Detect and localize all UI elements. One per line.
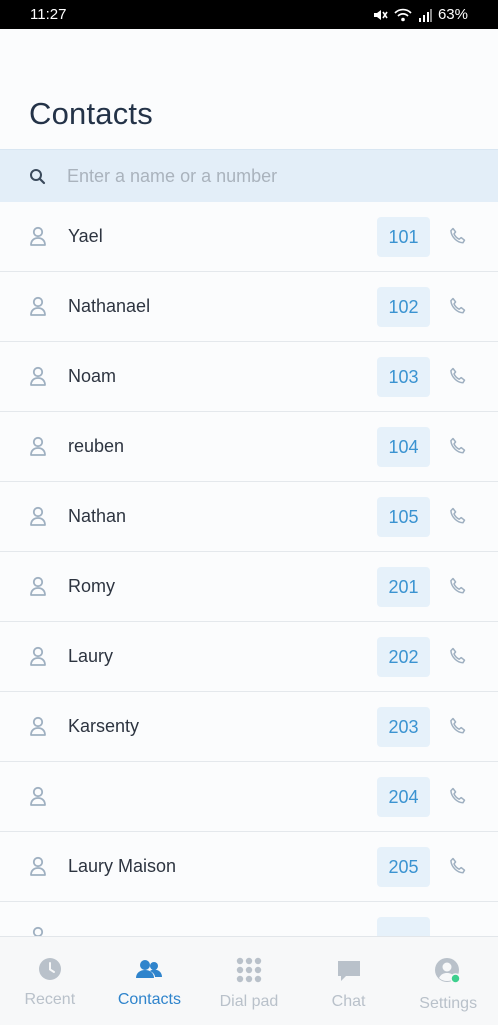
contact-row[interactable]: Romy 201	[0, 552, 498, 622]
person-icon	[29, 506, 47, 531]
phone-call-icon[interactable]	[449, 577, 467, 600]
search-icon	[30, 168, 46, 184]
mute-icon	[373, 9, 388, 20]
tab-settings-label: Settings	[419, 995, 478, 1012]
tab-recent[interactable]: Recent	[0, 937, 100, 1025]
extension-badge[interactable]: 103	[377, 357, 430, 397]
extension-badge[interactable]: 201	[377, 567, 430, 607]
signal-icon	[418, 8, 432, 22]
wifi-icon	[394, 8, 412, 21]
person-icon	[29, 856, 47, 881]
page-title: Contacts	[29, 96, 153, 131]
person-icon	[29, 576, 47, 601]
person-icon	[29, 226, 47, 251]
person-icon	[29, 786, 47, 811]
phone-call-icon[interactable]	[449, 717, 467, 740]
phone-call-icon[interactable]	[449, 367, 467, 390]
person-icon	[29, 716, 47, 741]
contact-name: Yael	[68, 226, 103, 246]
contact-name: Romy	[68, 576, 116, 596]
extension-badge[interactable]: 104	[377, 427, 430, 467]
search-bar[interactable]	[0, 149, 498, 202]
tab-chat[interactable]: Chat	[299, 937, 399, 1025]
contact-name: Noam	[68, 366, 117, 386]
extension-badge[interactable]: 105	[377, 497, 430, 537]
bottom-tab-bar: Recent Contacts Dial pad Chat Settings	[0, 936, 498, 1025]
search-input[interactable]	[65, 164, 449, 188]
contact-list: Yael 101 Nathanael 102 Noam 103 reuben 104 Natha…	[0, 202, 498, 972]
contact-name: Laury	[68, 646, 114, 666]
settings-avatar-icon	[435, 958, 461, 984]
contact-name: Nathanael	[68, 296, 151, 316]
contact-row[interactable]: Noam 103	[0, 342, 498, 412]
contact-name: Laury Maison	[68, 856, 177, 876]
tab-dialpad-label: Dial pad	[219, 993, 279, 1010]
battery-level: 63%	[437, 6, 468, 23]
contact-row[interactable]: Nathanael 102	[0, 272, 498, 342]
extension-badge[interactable]: 205	[377, 847, 430, 887]
clock-icon	[38, 958, 61, 980]
contact-name: Karsenty	[68, 716, 140, 736]
status-time: 11:27	[30, 6, 67, 23]
contact-row[interactable]: Karsenty 203	[0, 692, 498, 762]
contact-row[interactable]: 204	[0, 762, 498, 832]
contact-row[interactable]: Nathan 105	[0, 482, 498, 552]
phone-call-icon[interactable]	[449, 857, 467, 880]
status-icons: 63%	[372, 6, 468, 23]
contact-row[interactable]: Laury Maison 205	[0, 832, 498, 902]
tab-settings[interactable]: Settings	[398, 937, 498, 1025]
person-icon	[29, 366, 47, 391]
chat-icon	[337, 961, 360, 981]
phone-call-icon[interactable]	[449, 507, 467, 530]
contact-row[interactable]: reuben 104	[0, 412, 498, 482]
contact-row[interactable]: Yael 101	[0, 202, 498, 272]
dialpad-icon	[236, 957, 262, 983]
extension-badge[interactable]: 203	[377, 707, 430, 747]
person-icon	[29, 646, 47, 671]
tab-dialpad[interactable]: Dial pad	[199, 937, 299, 1025]
contact-name: Nathan	[68, 506, 127, 526]
contact-name: reuben	[68, 436, 125, 456]
person-icon	[29, 436, 47, 461]
phone-call-icon[interactable]	[449, 787, 467, 810]
contact-row[interactable]: Laury 202	[0, 622, 498, 692]
phone-call-icon[interactable]	[449, 227, 467, 250]
phone-call-icon[interactable]	[449, 297, 467, 320]
extension-badge[interactable]: 101	[377, 217, 430, 257]
phone-call-icon[interactable]	[449, 647, 467, 670]
tab-chat-label: Chat	[331, 993, 366, 1010]
extension-badge[interactable]: 204	[377, 777, 430, 817]
tab-recent-label: Recent	[24, 991, 76, 1008]
tab-contacts[interactable]: Contacts	[100, 937, 200, 1025]
extension-badge[interactable]: 102	[377, 287, 430, 327]
phone-call-icon[interactable]	[449, 437, 467, 460]
contacts-icon	[136, 960, 163, 978]
status-bar: 11:27 63%	[0, 0, 498, 29]
person-icon	[29, 296, 47, 321]
extension-badge[interactable]: 202	[377, 637, 430, 677]
tab-contacts-label: Contacts	[117, 991, 181, 1008]
